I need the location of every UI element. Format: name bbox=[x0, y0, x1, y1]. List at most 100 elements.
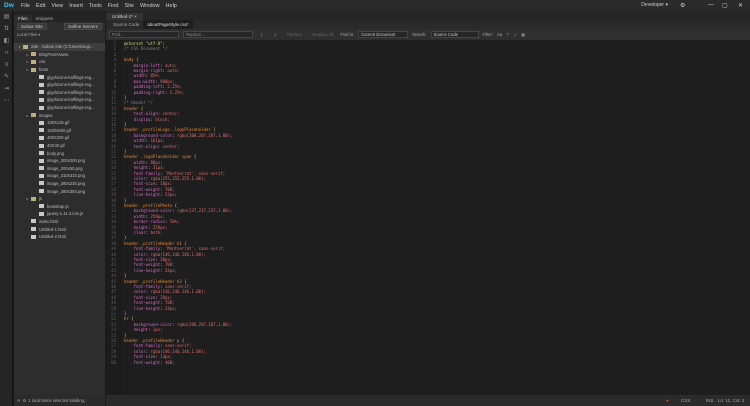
language-select[interactable]: CSS bbox=[681, 398, 690, 403]
expand-arrow-icon[interactable]: ▸ bbox=[25, 67, 30, 72]
tree-file[interactable]: Untitled-1.html bbox=[14, 225, 105, 233]
refresh-icon[interactable]: ⟳ bbox=[17, 398, 21, 403]
tree-label: Untitled-1.html bbox=[39, 226, 66, 232]
tree-file[interactable]: image_200x200.png bbox=[14, 157, 105, 165]
site-select[interactable]: Suhas Site bbox=[17, 23, 47, 30]
tab-files[interactable]: Files bbox=[14, 15, 32, 22]
tree-file[interactable]: glyphicons-halflings-reg... bbox=[14, 89, 105, 97]
tree-label: body.png bbox=[47, 150, 64, 156]
local-files-dropdown[interactable]: Local Files ▾ bbox=[17, 32, 40, 37]
tree-file[interactable]: glyphicons-halflings-reg... bbox=[14, 96, 105, 104]
insert-mode: INS bbox=[706, 398, 714, 403]
tree-file[interactable]: glyphicons-halflings-reg... bbox=[14, 104, 105, 112]
menu-help[interactable]: Help bbox=[163, 3, 180, 9]
tree-folder[interactable]: ▸ js bbox=[14, 195, 105, 203]
menu-view[interactable]: View bbox=[48, 3, 66, 9]
log-icon[interactable]: ⚙ bbox=[23, 398, 27, 403]
expand-arrow-icon[interactable]: ▸ bbox=[25, 113, 30, 118]
menu-edit[interactable]: Edit bbox=[33, 3, 48, 9]
menu-tools[interactable]: Tools bbox=[86, 3, 105, 9]
tree-file[interactable]: glyphicons-halflings-reg... bbox=[14, 73, 105, 81]
whole-word-icon[interactable]: ⊤ bbox=[506, 32, 510, 37]
code-line[interactable]: text-align: center; bbox=[124, 144, 180, 149]
tree-file[interactable]: 100X125.gif bbox=[14, 119, 105, 127]
code-line[interactable]: /* CSS Document */ bbox=[124, 46, 167, 51]
file-management-icon[interactable]: ⇅ bbox=[0, 23, 13, 35]
tree-file[interactable]: index.html bbox=[14, 218, 105, 226]
search-select[interactable]: Source Code bbox=[430, 31, 479, 38]
live-view-icon[interactable]: ◧ bbox=[0, 35, 13, 47]
tree-file[interactable]: image_310x310.png bbox=[14, 172, 105, 180]
match-case-icon[interactable]: Aa bbox=[497, 32, 502, 37]
selection-icon[interactable]: ▦ bbox=[521, 32, 525, 37]
folder-icon bbox=[31, 59, 36, 64]
tree-folder[interactable]: ▸ images bbox=[14, 111, 105, 119]
tree-file[interactable]: body.png bbox=[14, 149, 105, 157]
document-tab[interactable]: Untitled-2* × bbox=[106, 13, 143, 20]
menu-bar: Dw File Edit View Insert Tools Find Site… bbox=[0, 0, 750, 11]
menu-find[interactable]: Find bbox=[105, 3, 122, 9]
tree-file[interactable]: Untitled-2.html bbox=[14, 233, 105, 241]
left-toolbar: ▤ ⇅ ◧ ‹› ≡ ✎ ⇥ ⋯ bbox=[0, 11, 13, 406]
error-icon[interactable]: ● bbox=[666, 398, 669, 403]
code-line[interactable]: line-height: 24px; bbox=[124, 306, 177, 311]
expand-arrow-icon[interactable]: ▸ bbox=[25, 196, 30, 201]
replace-button[interactable]: Replace bbox=[284, 32, 305, 37]
gear-icon[interactable]: ⚙ bbox=[680, 2, 685, 9]
code-line[interactable]: padding-right: 2.25%; bbox=[124, 90, 185, 95]
tree-file[interactable]: glyphicons-halflings-reg... bbox=[14, 81, 105, 89]
find-next-icon[interactable]: ❯ bbox=[271, 32, 281, 37]
code-line[interactable]: font-weight: 400; bbox=[124, 360, 175, 365]
tree-file[interactable]: bootstrap.js bbox=[14, 202, 105, 210]
tab-snippets[interactable]: Snippets bbox=[32, 15, 58, 22]
close-icon[interactable]: ✕ bbox=[738, 2, 743, 9]
tree-file[interactable]: image_380x350.png bbox=[14, 187, 105, 195]
folder-icon bbox=[31, 52, 36, 57]
code-line[interactable]: display: block; bbox=[124, 117, 170, 122]
tree-label: image_200x50.png bbox=[47, 165, 83, 171]
maximize-icon[interactable]: ▢ bbox=[722, 2, 728, 9]
css-file-tab[interactable]: aboutPageStyle.css* bbox=[143, 20, 193, 29]
tree-file[interactable]: 40X40.gif bbox=[14, 142, 105, 150]
find-prev-icon[interactable]: ❮ bbox=[257, 32, 267, 37]
menu-window[interactable]: Window bbox=[137, 3, 163, 9]
tree-file[interactable]: 1630x500.gif bbox=[14, 127, 105, 135]
tree-file[interactable]: image_380x230.png bbox=[14, 180, 105, 188]
regex-icon[interactable]: ✓ bbox=[514, 32, 518, 37]
minimize-icon[interactable]: — bbox=[708, 2, 714, 8]
expand-arrow-icon[interactable]: ▸ bbox=[25, 59, 30, 64]
tree-file[interactable]: jquery-1.11.3.min.js bbox=[14, 210, 105, 218]
tree-folder[interactable]: ▸ BlogPostAssets bbox=[14, 51, 105, 59]
tree-label: images bbox=[39, 112, 53, 118]
comment-icon[interactable]: ✎ bbox=[0, 71, 13, 83]
find-input[interactable]: Find... bbox=[109, 31, 179, 38]
find-in-select[interactable]: Current Document bbox=[358, 31, 409, 38]
expand-arrow-icon[interactable]: ▾ bbox=[17, 44, 22, 49]
code-line[interactable]: height: 1px; bbox=[124, 327, 163, 332]
tree-file[interactable]: 400X200.gif bbox=[14, 134, 105, 142]
panel-status-bar: ⟳ ⚙ 1 local items selected totalling... bbox=[14, 395, 105, 406]
code-line[interactable]: clear: both; bbox=[124, 230, 163, 235]
code-editor[interactable]: 1 @charset "utf-8"; 2/* CSS Document */3 4 b… bbox=[106, 40, 750, 395]
menu-file[interactable]: File bbox=[18, 3, 33, 9]
source-code-tab[interactable]: Source Code bbox=[109, 20, 143, 29]
tree-file[interactable]: image_200x50.png bbox=[14, 165, 105, 173]
menu-insert[interactable]: Insert bbox=[66, 3, 86, 9]
code-line[interactable]: line-height: 53px; bbox=[124, 192, 177, 197]
wrap-tag-icon[interactable]: ‹› bbox=[0, 47, 13, 59]
indent-icon[interactable]: ⇥ bbox=[0, 83, 13, 95]
expand-arrow-icon[interactable]: ▸ bbox=[25, 52, 30, 57]
open-document-icon[interactable]: ▤ bbox=[0, 11, 13, 23]
replace-input[interactable]: Replace... bbox=[183, 31, 253, 38]
code-line[interactable]: line-height: 24px; bbox=[124, 268, 177, 273]
define-servers-button[interactable]: Define Servers bbox=[64, 23, 102, 30]
workspace-switcher[interactable]: Developer ▾ bbox=[641, 2, 668, 8]
menu-site[interactable]: Site bbox=[122, 3, 137, 9]
file-icon bbox=[39, 166, 44, 171]
replace-all-button[interactable]: Replace All bbox=[309, 32, 336, 37]
tree-folder[interactable]: ▸ css bbox=[14, 58, 105, 66]
tree-folder[interactable]: ▸ fonts bbox=[14, 66, 105, 74]
format-source-icon[interactable]: ≡ bbox=[0, 59, 13, 71]
tree-folder[interactable]: ▾ Site - Suhas Site (C:\Users\sugi... bbox=[14, 43, 105, 51]
more-icon[interactable]: ⋯ bbox=[0, 95, 13, 107]
